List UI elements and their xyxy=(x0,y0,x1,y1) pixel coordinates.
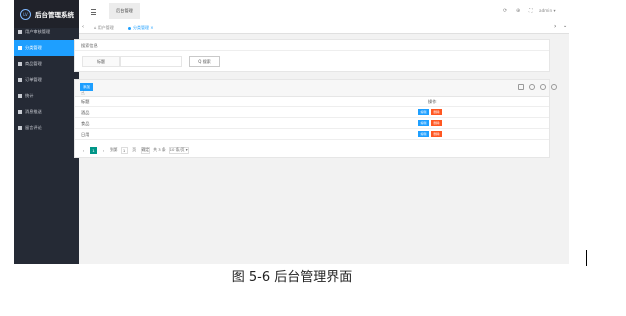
document-icon xyxy=(18,110,22,114)
app-title: 后台管理系统 xyxy=(35,11,74,19)
goto-confirm-button[interactable]: 确定 xyxy=(140,146,151,154)
tab-user-management[interactable]: ⌂ 用户管理 xyxy=(94,25,114,31)
column-header-title: 标题 xyxy=(81,99,90,104)
sidebar-item-messages[interactable]: 消息推送 xyxy=(14,104,79,120)
edit-button[interactable]: 编辑 xyxy=(418,120,429,126)
sidebar-item-products[interactable]: 商品管理 xyxy=(14,56,79,72)
page-tabbar: ‹ ⌂ 用户管理 分类管理 × › ⌄ xyxy=(79,22,569,34)
sidebar-item-comments[interactable]: 留言评论 xyxy=(14,120,79,136)
export-icon[interactable] xyxy=(529,84,535,90)
tabs-right-arrow-icon[interactable]: › xyxy=(554,23,556,30)
pagination: ‹ 1 › 到第 1 页 确定 共 3 条 10 条/页 ▾ xyxy=(80,146,192,154)
sidebar-item-label: 用户审核管理 xyxy=(25,29,51,34)
sidebar-item-label: 商品管理 xyxy=(25,61,42,66)
sidebar-item-label: 订单管理 xyxy=(25,77,42,82)
table-toolbar: 添加 ☝ xyxy=(75,80,557,97)
tab-label: 分类管理 × xyxy=(133,25,154,30)
refresh-icon[interactable]: ⟳ xyxy=(503,8,507,14)
column-header-actions: 操作 xyxy=(428,99,437,104)
page-number-input[interactable]: 1 xyxy=(120,146,128,154)
table-row: 日用 编辑 删除 xyxy=(75,129,549,140)
current-page[interactable]: 1 xyxy=(90,146,97,154)
search-button[interactable]: Q 搜索 xyxy=(189,56,220,67)
total-count: 共 3 条 xyxy=(153,147,166,152)
sidebar: LV 后台管理系统 用户审核管理 分类管理 商品管理 订单管理 统计 消息推送 … xyxy=(14,0,79,264)
edit-button[interactable]: 编辑 xyxy=(418,131,429,137)
row-title: 酒品 xyxy=(81,110,90,115)
tabs-left-arrow-icon[interactable]: ‹ xyxy=(82,24,84,30)
delete-button[interactable]: 删除 xyxy=(431,120,442,126)
next-page-button[interactable]: › xyxy=(100,147,107,154)
data-table-panel: 添加 ☝ 标题 操作 酒品 编辑 删除 食品 编辑 删除 日用 编辑 删除 ‹ … xyxy=(74,79,557,158)
user-icon xyxy=(18,30,22,34)
search-field-label: 标题 xyxy=(82,56,120,67)
prev-page-button[interactable]: ‹ xyxy=(80,147,87,154)
document-icon xyxy=(18,94,22,98)
sidebar-item-statistics[interactable]: 统计 xyxy=(14,88,79,104)
row-title: 日用 xyxy=(81,132,90,137)
search-input[interactable] xyxy=(120,56,182,67)
sidebar-item-label: 统计 xyxy=(25,93,34,98)
logo-mark: LV xyxy=(20,8,31,20)
data-table: 标题 操作 酒品 编辑 删除 食品 编辑 删除 日用 编辑 删除 xyxy=(75,96,549,140)
top-nav-tab[interactable]: 后台管理 xyxy=(109,3,140,19)
delete-button[interactable]: 删除 xyxy=(431,109,442,115)
user-menu[interactable]: admin ▾ xyxy=(539,8,556,13)
list-icon xyxy=(18,78,22,82)
delete-button[interactable]: 删除 xyxy=(431,131,442,137)
list-icon xyxy=(18,46,22,50)
text-cursor xyxy=(586,250,587,266)
figure-caption: 图 5-6 后台管理界面 xyxy=(231,270,353,285)
help-icon[interactable] xyxy=(551,84,557,90)
active-dot-icon xyxy=(128,26,131,30)
sidebar-item-label: 留言评论 xyxy=(25,125,42,130)
sidebar-item-label: 分类管理 xyxy=(25,45,42,50)
tab-category-management[interactable]: 分类管理 × xyxy=(128,25,154,31)
document-icon xyxy=(18,126,22,130)
edit-button[interactable]: 编辑 xyxy=(418,109,429,115)
fullscreen-icon[interactable]: ⛶ xyxy=(529,8,533,14)
sidebar-item-user-review[interactable]: 用户审核管理 xyxy=(14,24,79,40)
table-row: 食品 编辑 删除 xyxy=(75,118,549,129)
list-icon xyxy=(18,62,22,66)
divider xyxy=(75,50,549,51)
menu-toggle-icon[interactable] xyxy=(91,9,96,15)
row-title: 食品 xyxy=(81,121,90,126)
table-header-row: 标题 操作 xyxy=(75,96,549,107)
page-unit-label: 页 xyxy=(132,147,136,152)
page-size-select[interactable]: 10 条/页 ▾ xyxy=(168,146,189,154)
sidebar-item-label: 消息推送 xyxy=(25,109,42,114)
print-icon[interactable] xyxy=(540,84,546,90)
sidebar-item-orders[interactable]: 订单管理 xyxy=(14,72,79,88)
sidebar-item-category[interactable]: 分类管理 xyxy=(14,40,79,56)
search-panel: 搜索信息 标题 Q 搜索 xyxy=(74,39,550,72)
columns-icon[interactable] xyxy=(518,84,524,90)
goto-label: 到第 xyxy=(110,147,118,152)
theme-icon[interactable]: ⊕ xyxy=(516,8,520,14)
tabs-dropdown-icon[interactable]: ⌄ xyxy=(563,23,567,29)
table-row: 酒品 编辑 删除 xyxy=(75,107,549,118)
top-header: 后台管理 ⟳ ⊕ ⛶ admin ▾ xyxy=(79,0,569,23)
search-panel-title: 搜索信息 xyxy=(81,43,98,48)
sidebar-menu: 用户审核管理 分类管理 商品管理 订单管理 统计 消息推送 留言评论 xyxy=(14,24,79,136)
